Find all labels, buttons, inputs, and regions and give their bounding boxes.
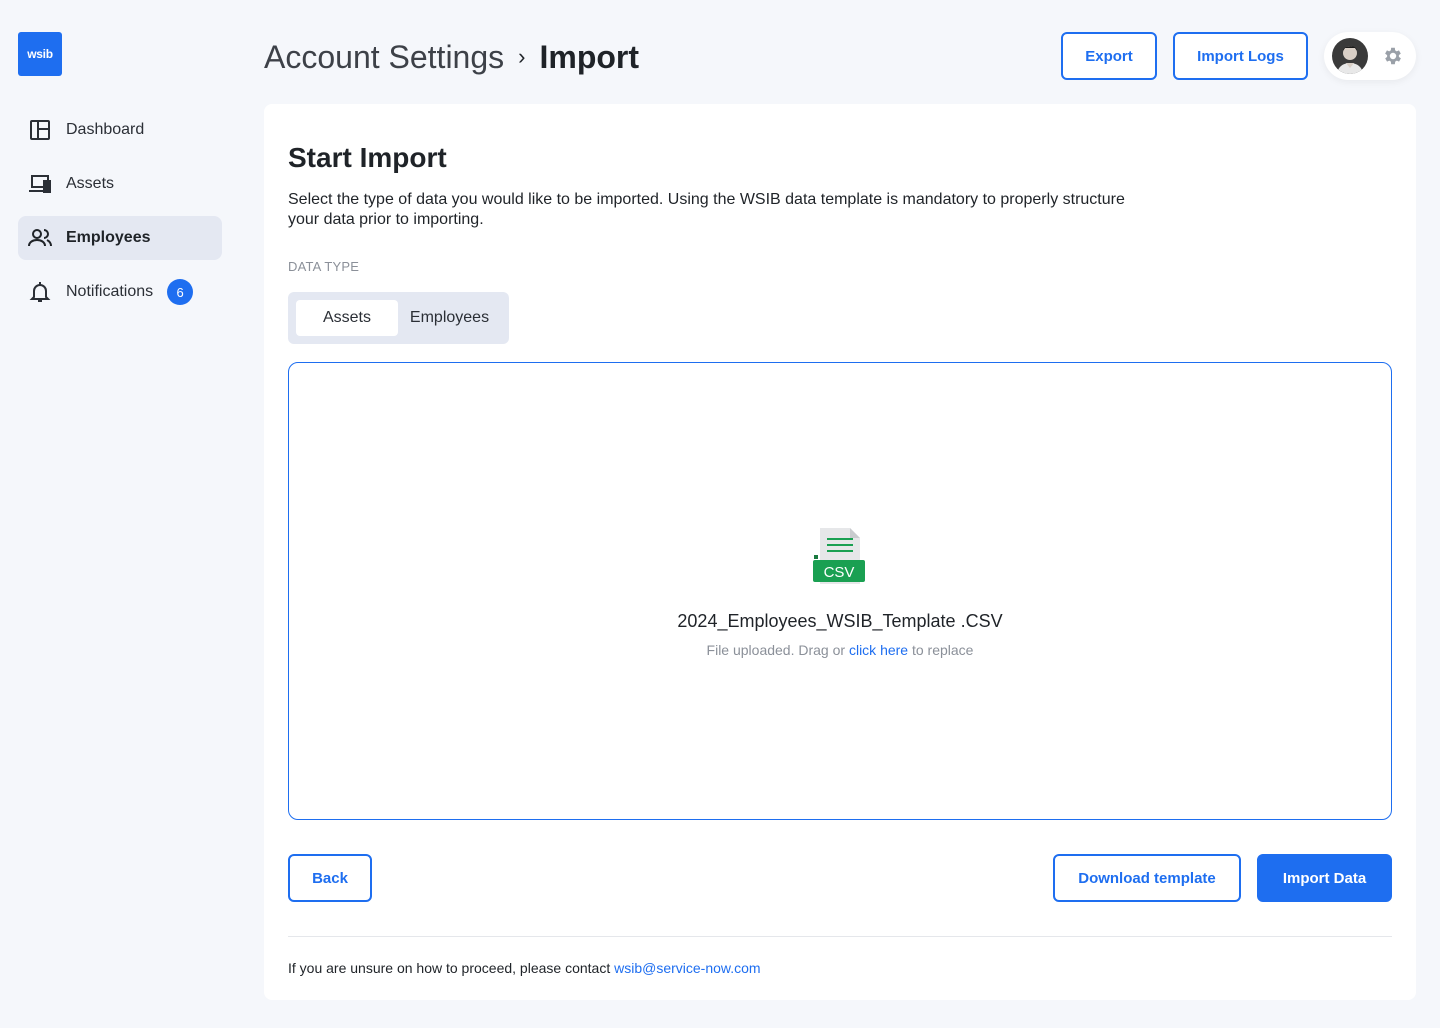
sidebar-item-dashboard[interactable]: Dashboard [18, 108, 222, 152]
card-title: Start Import [288, 142, 447, 173]
devices-icon [28, 172, 52, 196]
user-menu[interactable] [1324, 32, 1416, 80]
card-description: Select the type of data you would like t… [288, 191, 1125, 228]
dashboard-icon [28, 118, 52, 142]
data-type-selector: Assets Employees [288, 292, 509, 344]
notification-count-badge: 6 [167, 279, 194, 305]
file-dropzone[interactable]: CSV 2024_Employees_WSIB_Template .CSV Fi… [288, 362, 1392, 820]
import-logs-button[interactable]: Import Logs [1173, 32, 1308, 80]
back-button[interactable]: Back [288, 854, 372, 902]
uploaded-file-name: 2024_Employees_WSIB_Template .CSV [677, 611, 1003, 631]
import-data-button[interactable]: Import Data [1257, 854, 1392, 902]
csv-file-icon: CSV [813, 528, 865, 584]
data-type-option-assets[interactable]: Assets [296, 300, 398, 336]
upload-status: File uploaded. Drag or click here to rep… [289, 642, 1391, 658]
import-card: Start Import Select the type of data you… [264, 104, 1416, 1000]
sidebar-item-label: Assets [66, 175, 115, 192]
upload-status-suffix: to replace [911, 642, 974, 658]
breadcrumb-parent[interactable]: Account Settings [264, 39, 504, 76]
export-button[interactable]: Export [1061, 32, 1157, 80]
help-text-prefix: If you are unsure on how to proceed, ple… [288, 960, 611, 976]
avatar[interactable] [1332, 38, 1368, 74]
chevron-right-icon: › [518, 44, 526, 69]
divider [288, 936, 1392, 937]
breadcrumb-current: Import [539, 38, 640, 75]
sidebar-item-employees[interactable]: Employees [18, 216, 222, 260]
sidebar-item-label: Employees [66, 229, 151, 246]
sidebar-item-label: Notifications [66, 283, 154, 300]
sidebar-nav: Dashboard Assets Employees Notifications… [18, 108, 222, 324]
data-type-option-employees[interactable]: Employees [398, 300, 501, 336]
download-template-button[interactable]: Download template [1053, 854, 1241, 902]
gear-icon[interactable] [1382, 45, 1404, 67]
bell-icon [28, 280, 52, 304]
data-type-label: DATA TYPE [288, 259, 360, 274]
help-text: If you are unsure on how to proceed, ple… [288, 960, 761, 976]
replace-file-link[interactable]: click here [849, 642, 908, 658]
csv-label: CSV [824, 564, 855, 581]
sidebar-item-assets[interactable]: Assets [18, 162, 222, 206]
breadcrumb: Account Settings › Import [264, 36, 639, 78]
wsib-logo[interactable]: wsib [18, 32, 62, 76]
users-icon [28, 226, 52, 250]
support-email-link[interactable]: wsib@service-now.com [614, 960, 760, 976]
sidebar-item-notifications[interactable]: Notifications 6 [18, 270, 222, 314]
sidebar-item-label: Dashboard [66, 121, 145, 138]
upload-status-prefix: File uploaded. Drag or [706, 642, 846, 658]
